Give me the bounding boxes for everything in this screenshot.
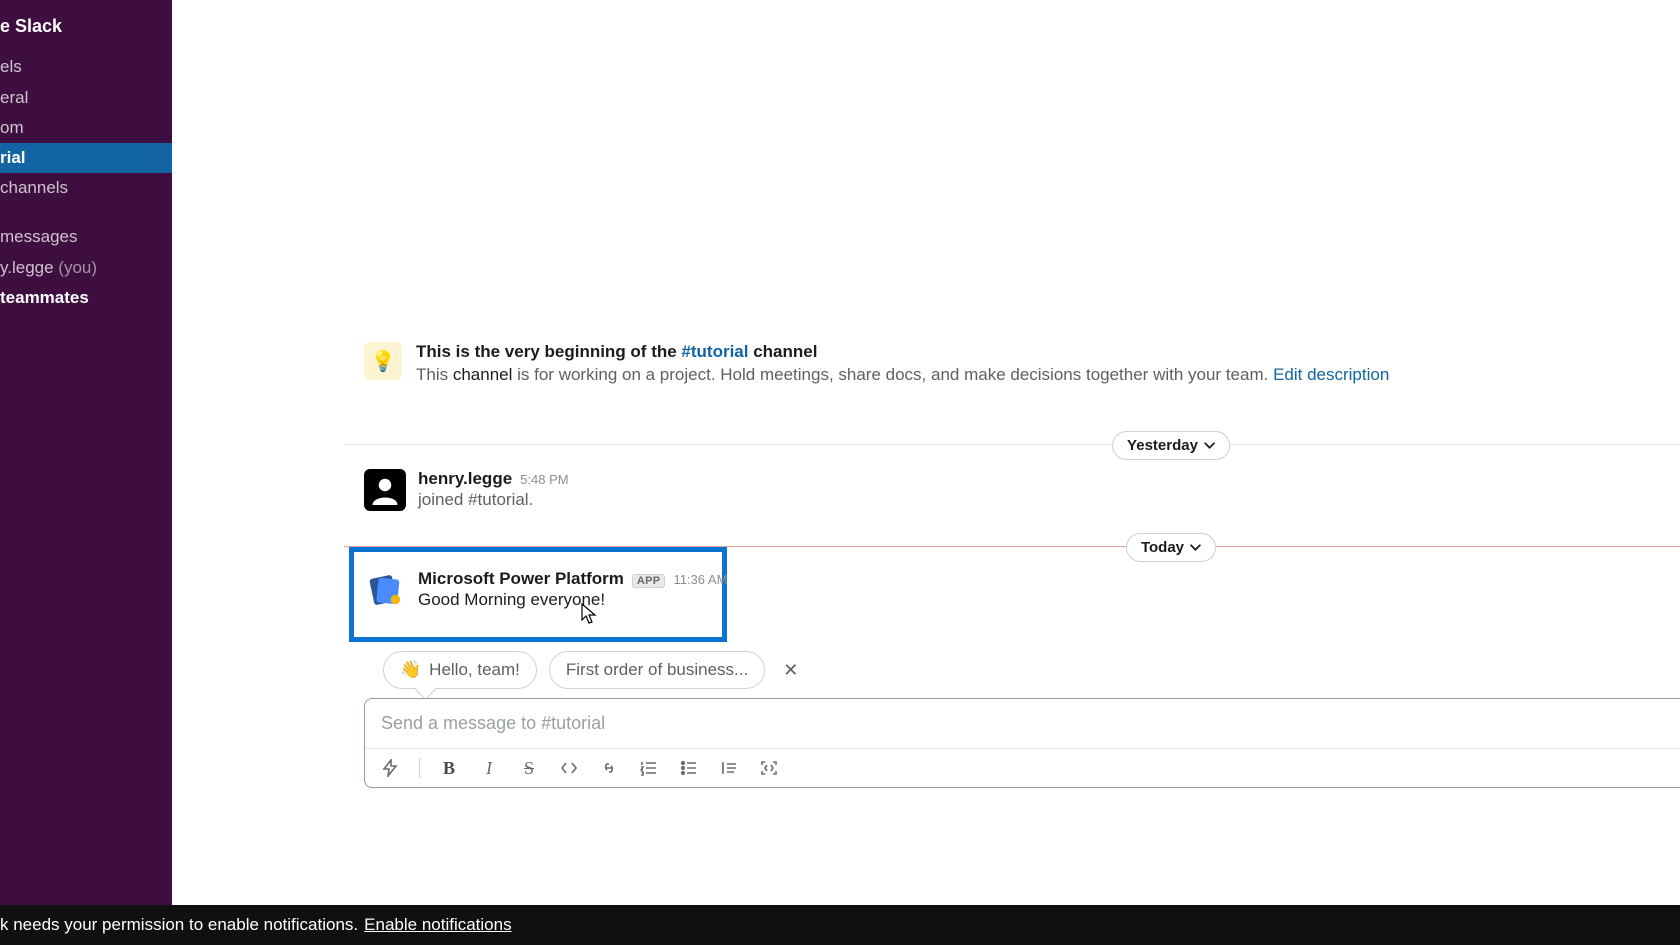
chevron-down-icon bbox=[1204, 440, 1215, 451]
avatar-henry[interactable] bbox=[364, 469, 406, 511]
enable-notifications-link[interactable]: Enable notifications bbox=[364, 915, 511, 935]
intro-heading: This is the very beginning of the #tutor… bbox=[416, 342, 1389, 362]
suggestion-hello[interactable]: 👋 Hello, team! bbox=[383, 651, 537, 689]
main-area: 💡 This is the very beginning of the #tut… bbox=[172, 0, 1680, 945]
link-button[interactable] bbox=[598, 757, 620, 779]
code-block-button[interactable] bbox=[758, 757, 780, 779]
ordered-list-button[interactable] bbox=[638, 757, 660, 779]
banner-text: k needs your permission to enable notifi… bbox=[0, 915, 358, 935]
italic-button[interactable]: I bbox=[478, 757, 500, 779]
toolbar-separator bbox=[419, 758, 420, 778]
message-app-author[interactable]: Microsoft Power Platform bbox=[418, 569, 624, 589]
message-composer: Send a message to #tutorial B I S bbox=[364, 698, 1680, 788]
sidebar-add-channels[interactable]: channels bbox=[0, 173, 172, 203]
suggestion-business-label: First order of business... bbox=[566, 660, 748, 680]
chevron-down-icon bbox=[1190, 542, 1201, 553]
divider-yesterday bbox=[344, 444, 1680, 445]
app-badge: APP bbox=[632, 574, 666, 588]
lightning-icon[interactable] bbox=[379, 757, 401, 779]
intro-heading-a: This is the very beginning of the bbox=[416, 342, 681, 361]
suggestion-row: 👋 Hello, team! First order of business..… bbox=[383, 651, 804, 689]
strikethrough-button[interactable]: S bbox=[518, 757, 540, 779]
sidebar-channel-tutorial[interactable]: rial bbox=[0, 143, 172, 173]
sidebar-dm-username: y.legge bbox=[0, 258, 54, 277]
message-text: joined #tutorial. bbox=[418, 490, 569, 510]
sidebar-channel-general[interactable]: eral bbox=[0, 83, 172, 113]
edit-description-link[interactable]: Edit description bbox=[1273, 365, 1389, 384]
sidebar-dm-you-text: (you) bbox=[58, 258, 97, 277]
bullet-list-button[interactable] bbox=[678, 757, 700, 779]
intro-heading-b: channel bbox=[748, 342, 817, 361]
message-join-body: henry.legge 5:48 PM joined #tutorial. bbox=[418, 469, 569, 511]
intro-channel-link[interactable]: #tutorial bbox=[681, 342, 748, 361]
message-app[interactable]: Microsoft Power Platform APP 11:36 AM Go… bbox=[364, 569, 727, 611]
sidebar-invite-teammates[interactable]: teammates bbox=[0, 283, 172, 313]
message-input[interactable]: Send a message to #tutorial bbox=[365, 699, 1680, 749]
date-pill-yesterday-label: Yesterday bbox=[1127, 437, 1198, 454]
avatar-power-platform[interactable] bbox=[364, 569, 406, 611]
sidebar-section-dm[interactable]: messages bbox=[0, 221, 172, 253]
message-app-time: 11:36 AM bbox=[673, 572, 727, 587]
intro-desc-strong: channel bbox=[453, 365, 513, 384]
channel-intro-text: This is the very beginning of the #tutor… bbox=[416, 342, 1389, 385]
intro-desc-b: is for working on a project. Hold meetin… bbox=[512, 365, 1273, 384]
blockquote-button[interactable] bbox=[718, 757, 740, 779]
sidebar-channel-random[interactable]: om bbox=[0, 113, 172, 143]
power-platform-icon bbox=[366, 571, 404, 609]
wave-icon: 👋 bbox=[400, 660, 421, 680]
message-author[interactable]: henry.legge bbox=[418, 469, 512, 489]
intro-desc-a: This bbox=[416, 365, 453, 384]
date-pill-yesterday[interactable]: Yesterday bbox=[1112, 431, 1230, 460]
composer-toolbar: B I S bbox=[365, 749, 1680, 787]
message-app-body: Microsoft Power Platform APP 11:36 AM Go… bbox=[418, 569, 727, 611]
notification-banner: k needs your permission to enable notifi… bbox=[0, 905, 1680, 945]
lightbulb-icon: 💡 bbox=[364, 342, 402, 380]
sidebar-section-channels[interactable]: els bbox=[0, 51, 172, 83]
channel-intro: 💡 This is the very beginning of the #tut… bbox=[364, 342, 1389, 385]
code-button[interactable] bbox=[558, 757, 580, 779]
close-suggestions-button[interactable]: ✕ bbox=[777, 656, 804, 685]
sidebar: e Slack els eral om rial channels messag… bbox=[0, 0, 172, 945]
person-icon bbox=[370, 475, 400, 505]
suggestion-hello-label: Hello, team! bbox=[429, 660, 520, 680]
app-root: e Slack els eral om rial channels messag… bbox=[0, 0, 1680, 945]
date-pill-today-label: Today bbox=[1141, 539, 1184, 556]
message-time: 5:48 PM bbox=[520, 472, 568, 487]
bold-button[interactable]: B bbox=[438, 757, 460, 779]
suggestion-business[interactable]: First order of business... bbox=[549, 651, 765, 689]
cursor-icon bbox=[581, 603, 597, 625]
message-app-text: Good Morning everyone! bbox=[418, 590, 727, 610]
workspace-name[interactable]: e Slack bbox=[0, 10, 172, 51]
date-pill-today[interactable]: Today bbox=[1126, 533, 1216, 562]
message-join: henry.legge 5:48 PM joined #tutorial. bbox=[364, 469, 569, 511]
intro-description: This channel is for working on a project… bbox=[416, 365, 1389, 385]
sidebar-dm-self[interactable]: y.legge (you) bbox=[0, 253, 172, 283]
divider-line bbox=[344, 444, 1680, 445]
